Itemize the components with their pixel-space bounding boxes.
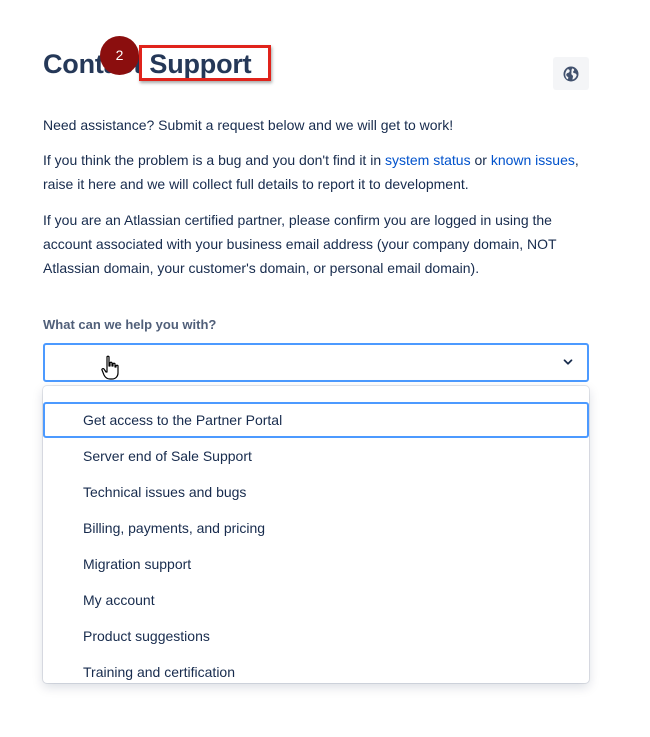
title-highlight-box [139, 45, 271, 81]
option-training[interactable]: Training and certification [43, 654, 589, 683]
help-topic-label: What can we help you with? [43, 317, 217, 332]
or-text: or [470, 152, 491, 168]
option-migration-support[interactable]: Migration support [43, 546, 589, 582]
globe-icon [563, 66, 579, 81]
hand-pointer-icon [101, 355, 119, 380]
bug-report-text: If you think the problem is a bug and yo… [43, 148, 588, 196]
partner-text: If you are an Atlassian certified partne… [43, 212, 557, 276]
help-topic-select[interactable] [43, 343, 589, 382]
language-button[interactable] [553, 57, 589, 90]
step-badge: 2 [100, 36, 139, 75]
system-status-link[interactable]: system status [385, 152, 471, 168]
option-server-end-of-sale[interactable]: Server end of Sale Support [43, 438, 589, 474]
bug-text-before: If you think the problem is a bug and yo… [43, 152, 385, 168]
option-list: Get access to the Partner Portal Server … [43, 402, 589, 683]
help-topic-dropdown-menu: Get access to the Partner Portal Server … [43, 386, 589, 683]
option-billing[interactable]: Billing, payments, and pricing [43, 510, 589, 546]
chevron-down-icon[interactable] [561, 355, 575, 369]
known-issues-link[interactable]: known issues [491, 152, 575, 168]
option-technical-issues[interactable]: Technical issues and bugs [43, 474, 589, 510]
option-my-account[interactable]: My account [43, 582, 589, 618]
option-partner-portal[interactable]: Get access to the Partner Portal [43, 402, 589, 438]
intro-text: Need assistance? Submit a request below … [43, 117, 454, 133]
option-product-suggestions[interactable]: Product suggestions [43, 618, 589, 654]
